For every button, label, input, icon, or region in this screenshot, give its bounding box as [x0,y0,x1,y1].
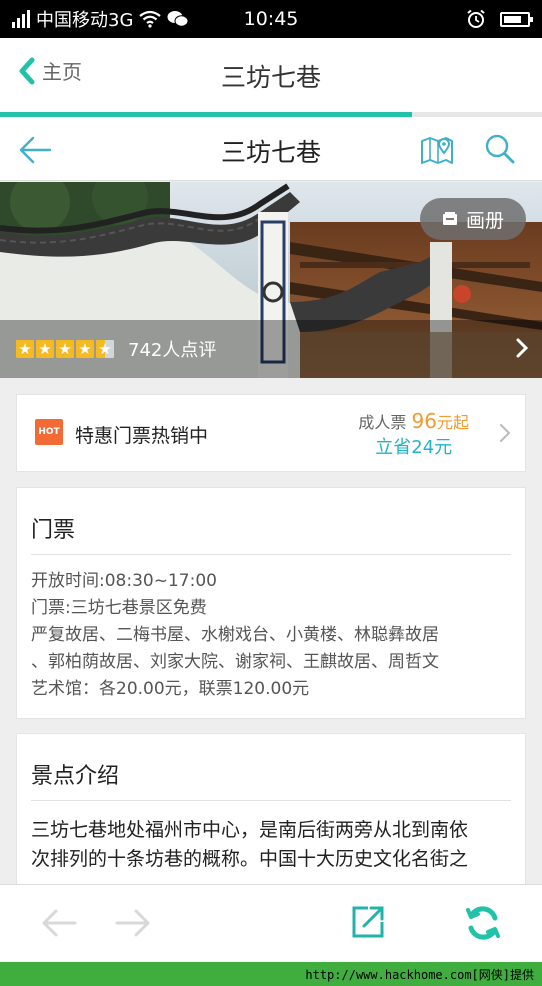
chevron-right-icon [500,424,511,442]
back-icon[interactable] [40,904,78,942]
hot-badge: HOT [35,419,63,445]
forward-icon[interactable] [114,904,152,942]
app-bar: 主页 三坊七巷 [0,38,542,112]
alarm-icon [467,9,485,28]
tickets-section: 门票 开放时间:08:30~17:00 门票:三坊七巷景区免费 严复故居、二梅书… [16,487,526,719]
ticket-price: 成人票 96元起 立省24元 [358,409,469,459]
info-line: 门票:三坊七巷景区免费 [31,598,207,618]
refresh-icon[interactable] [464,904,502,942]
price-suffix: 元起 [436,413,469,432]
star-icon: ★ [16,340,34,358]
ticket-promo-title: 特惠门票热销中 [75,425,209,447]
scenic-banner[interactable]: 画册 ★ ★ ★ ★ ★ 742人点评 [0,182,542,378]
intro-section: 景点介绍 三坊七巷地处福州市中心，是南后街两旁从北到南依 次排列的十条坊巷的概称… [16,733,526,899]
rating-bar: ★ ★ ★ ★ ★ 742人点评 [0,320,542,378]
discount-text: 立省24元 [375,437,453,458]
share-icon[interactable] [350,904,386,940]
star-icon: ★ [96,340,114,358]
price-prefix: 成人票 [358,413,407,432]
clock: 10:45 [243,8,299,30]
star-icon: ★ [36,340,54,358]
bottom-toolbar [0,884,542,962]
info-line: 严复故居、二梅书屋、水榭戏台、小黄楼、林聪彝故居 [31,625,439,645]
battery-icon [500,11,533,27]
watermark-footer: http://www.hackhome.com[网侠]提供 [0,962,542,986]
info-line: 开放时间:08:30~17:00 [31,571,217,591]
status-bar: 中国移动3G 10:45 [0,0,542,38]
review-count: 742人点评 [128,340,217,361]
album-label: 画册 [465,209,504,232]
map-pin-icon[interactable] [420,133,454,165]
album-button[interactable]: 画册 [420,198,526,240]
price-value: 96 [411,409,437,433]
app-title: 三坊七巷 [220,63,321,92]
tickets-info: 开放时间:08:30~17:00 门票:三坊七巷景区免费 严复故居、二梅书屋、水… [31,568,515,703]
search-icon[interactable] [484,133,516,165]
section-heading: 门票 [31,518,76,543]
divider [31,554,511,555]
star-icon: ★ [56,340,74,358]
section-heading: 景点介绍 [31,764,120,789]
star-icon: ★ [76,340,94,358]
intro-line: 次排列的十条坊巷的概称。中国十大历史文化名街之 [31,848,469,870]
page-title: 三坊七巷 [220,138,321,167]
info-line: 、郭柏荫故居、刘家大院、谢家祠、王麒故居、周哲文 [31,652,439,672]
star-rating: ★ ★ ★ ★ ★ [16,340,114,358]
album-icon [442,212,457,225]
ticket-promo-card[interactable]: HOT 特惠门票热销中 成人票 96元起 立省24元 [16,394,526,472]
intro-line: 三坊七巷地处福州市中心，是南后街两旁从北到南依 [31,819,469,841]
divider [31,800,511,801]
chevron-right-icon [516,338,528,358]
info-line: 艺术馆：各20.00元，联票120.00元 [31,679,310,699]
page-header: 三坊七巷 [0,117,542,181]
